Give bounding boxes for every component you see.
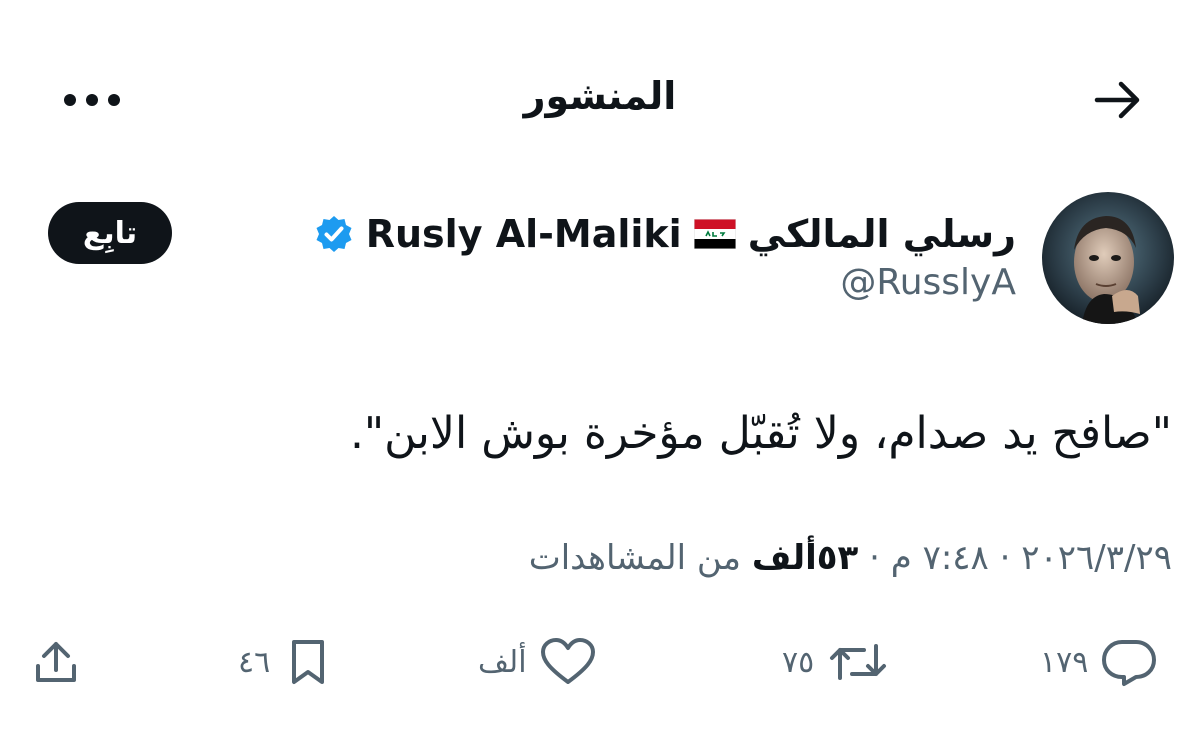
bookmark-count: ٤٦ — [238, 644, 271, 680]
meta-separator: · — [869, 538, 880, 578]
follow-button[interactable]: تابِع — [48, 202, 172, 264]
avatar[interactable] — [1042, 192, 1174, 324]
tweet-time[interactable]: ٧:٤٨ م — [891, 538, 989, 578]
heart-icon — [540, 638, 595, 684]
like-count: ألف — [478, 644, 527, 680]
page-title: المنشور — [523, 74, 677, 118]
bookmark-icon — [292, 640, 325, 684]
meta-separator: · — [999, 538, 1011, 578]
share-button[interactable] — [30, 630, 82, 694]
share-icon — [36, 642, 76, 682]
tweet-meta: ٢٠٢٦/٣/٢٩ · ٧:٤٨ م · ٥٣ألف من المشاهدات — [529, 538, 1172, 578]
iraq-flag-icon — [693, 219, 736, 249]
bookmark-button[interactable]: ٤٦ — [238, 630, 334, 694]
reply-button[interactable]: ١٧٩ — [1040, 630, 1158, 694]
repost-icon — [830, 644, 887, 680]
like-button[interactable]: ألف — [478, 630, 597, 694]
views-count: ٥٣ألف — [751, 538, 859, 578]
author-name-row[interactable]: Rusly Al-Maliki رسلي المالكي — [314, 206, 1016, 262]
reply-icon — [1102, 640, 1157, 686]
tweet-date[interactable]: ٢٠٢٦/٣/٢٩ — [1021, 538, 1172, 578]
repost-button[interactable]: ٧٥ — [782, 630, 890, 694]
back-button[interactable] — [1088, 74, 1148, 126]
reply-count: ١٧٩ — [1040, 644, 1089, 680]
arrow-right-icon — [1094, 81, 1140, 119]
profile-photo — [1042, 192, 1174, 324]
views-label: من المشاهدات — [528, 538, 742, 578]
post-page: المنشور تابِع Rusly Al-Maliki رسلي المال… — [0, 0, 1200, 741]
tweet-text: "صافح يد صدام، ولا تُقبّل مؤخرة بوش الاب… — [349, 408, 1172, 459]
top-bar: المنشور — [0, 60, 1200, 140]
author-name-arabic: رسلي المالكي — [747, 212, 1016, 256]
verified-badge-icon — [316, 216, 352, 252]
author-handle[interactable]: @RusslyA — [840, 262, 1016, 303]
repost-count: ٧٥ — [782, 644, 815, 680]
author-name-latin: Rusly Al-Maliki — [365, 212, 682, 256]
